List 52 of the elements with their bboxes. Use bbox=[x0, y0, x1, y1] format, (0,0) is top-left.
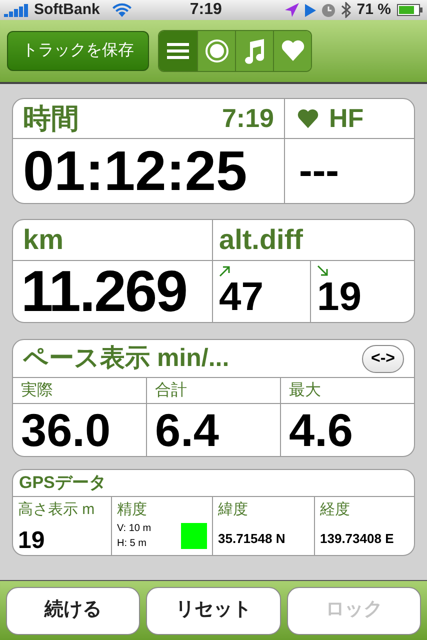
longitude-value: 139.73408 E bbox=[320, 530, 395, 548]
longitude-label: 経度 bbox=[320, 500, 351, 520]
pace-label: 合計 bbox=[155, 380, 187, 400]
distance-value: 11.269 bbox=[21, 262, 186, 320]
pace-label: 実際 bbox=[21, 380, 53, 400]
view-tab[interactable] bbox=[159, 31, 197, 71]
arrow-up-right-icon bbox=[219, 265, 231, 277]
heart-icon bbox=[297, 108, 319, 128]
horizontal-accuracy: H: 5 m bbox=[117, 537, 148, 551]
panel-title: GPSデータ bbox=[19, 472, 106, 494]
view-tab[interactable] bbox=[273, 31, 311, 71]
view-tab[interactable] bbox=[197, 31, 235, 71]
clock-reading: 7:19 bbox=[222, 102, 274, 135]
altitude-label: 高さ表示 m bbox=[18, 500, 96, 520]
menu-icon bbox=[167, 42, 189, 60]
pace-value: 4.6 bbox=[289, 407, 353, 453]
ascent-value: 47 bbox=[219, 277, 264, 317]
location-arrow-icon bbox=[284, 3, 299, 17]
play-icon bbox=[304, 4, 316, 16]
view-tab[interactable] bbox=[235, 31, 273, 71]
arrow-down-right-icon bbox=[317, 265, 329, 277]
signal-icon bbox=[4, 4, 30, 16]
clock-time: 7:19 bbox=[190, 0, 222, 20]
elapsed-time: 01:12:25 bbox=[23, 143, 248, 199]
action-button[interactable]: 続ける bbox=[6, 586, 140, 634]
panel-title: alt.diff bbox=[219, 223, 303, 257]
bluetooth-icon bbox=[340, 2, 351, 18]
panel-title: HF bbox=[329, 102, 364, 135]
battery-percent: 71 % bbox=[356, 0, 391, 20]
vertical-accuracy: V: 10 m bbox=[117, 522, 152, 536]
music-note-icon bbox=[244, 38, 266, 64]
record-icon bbox=[204, 39, 228, 63]
save-track-button[interactable]: トラックを保存 bbox=[7, 31, 149, 71]
toggle-unit-button[interactable]: <-> bbox=[362, 344, 404, 372]
descent-value: 19 bbox=[317, 277, 362, 317]
battery-icon bbox=[397, 4, 423, 16]
altitude-value: 19 bbox=[18, 526, 46, 555]
pace-label: 最大 bbox=[289, 380, 321, 400]
pace-value: 36.0 bbox=[21, 407, 111, 453]
heart-rate-value: --- bbox=[299, 151, 339, 191]
wifi-icon bbox=[112, 3, 132, 17]
pace-value: 6.4 bbox=[155, 407, 219, 453]
action-button[interactable]: リセット bbox=[146, 586, 281, 634]
panel-title: 時間 bbox=[23, 102, 79, 136]
accuracy-label: 精度 bbox=[117, 500, 148, 520]
heart-icon bbox=[280, 40, 304, 62]
latitude-label: 緯度 bbox=[218, 500, 249, 520]
carrier-name: SoftBank bbox=[34, 0, 100, 20]
clock-icon bbox=[322, 4, 335, 16]
latitude-value: 35.71548 N bbox=[218, 530, 286, 548]
panel-title: ペース表示 min/... bbox=[23, 342, 230, 374]
panel-title: km bbox=[23, 223, 64, 257]
